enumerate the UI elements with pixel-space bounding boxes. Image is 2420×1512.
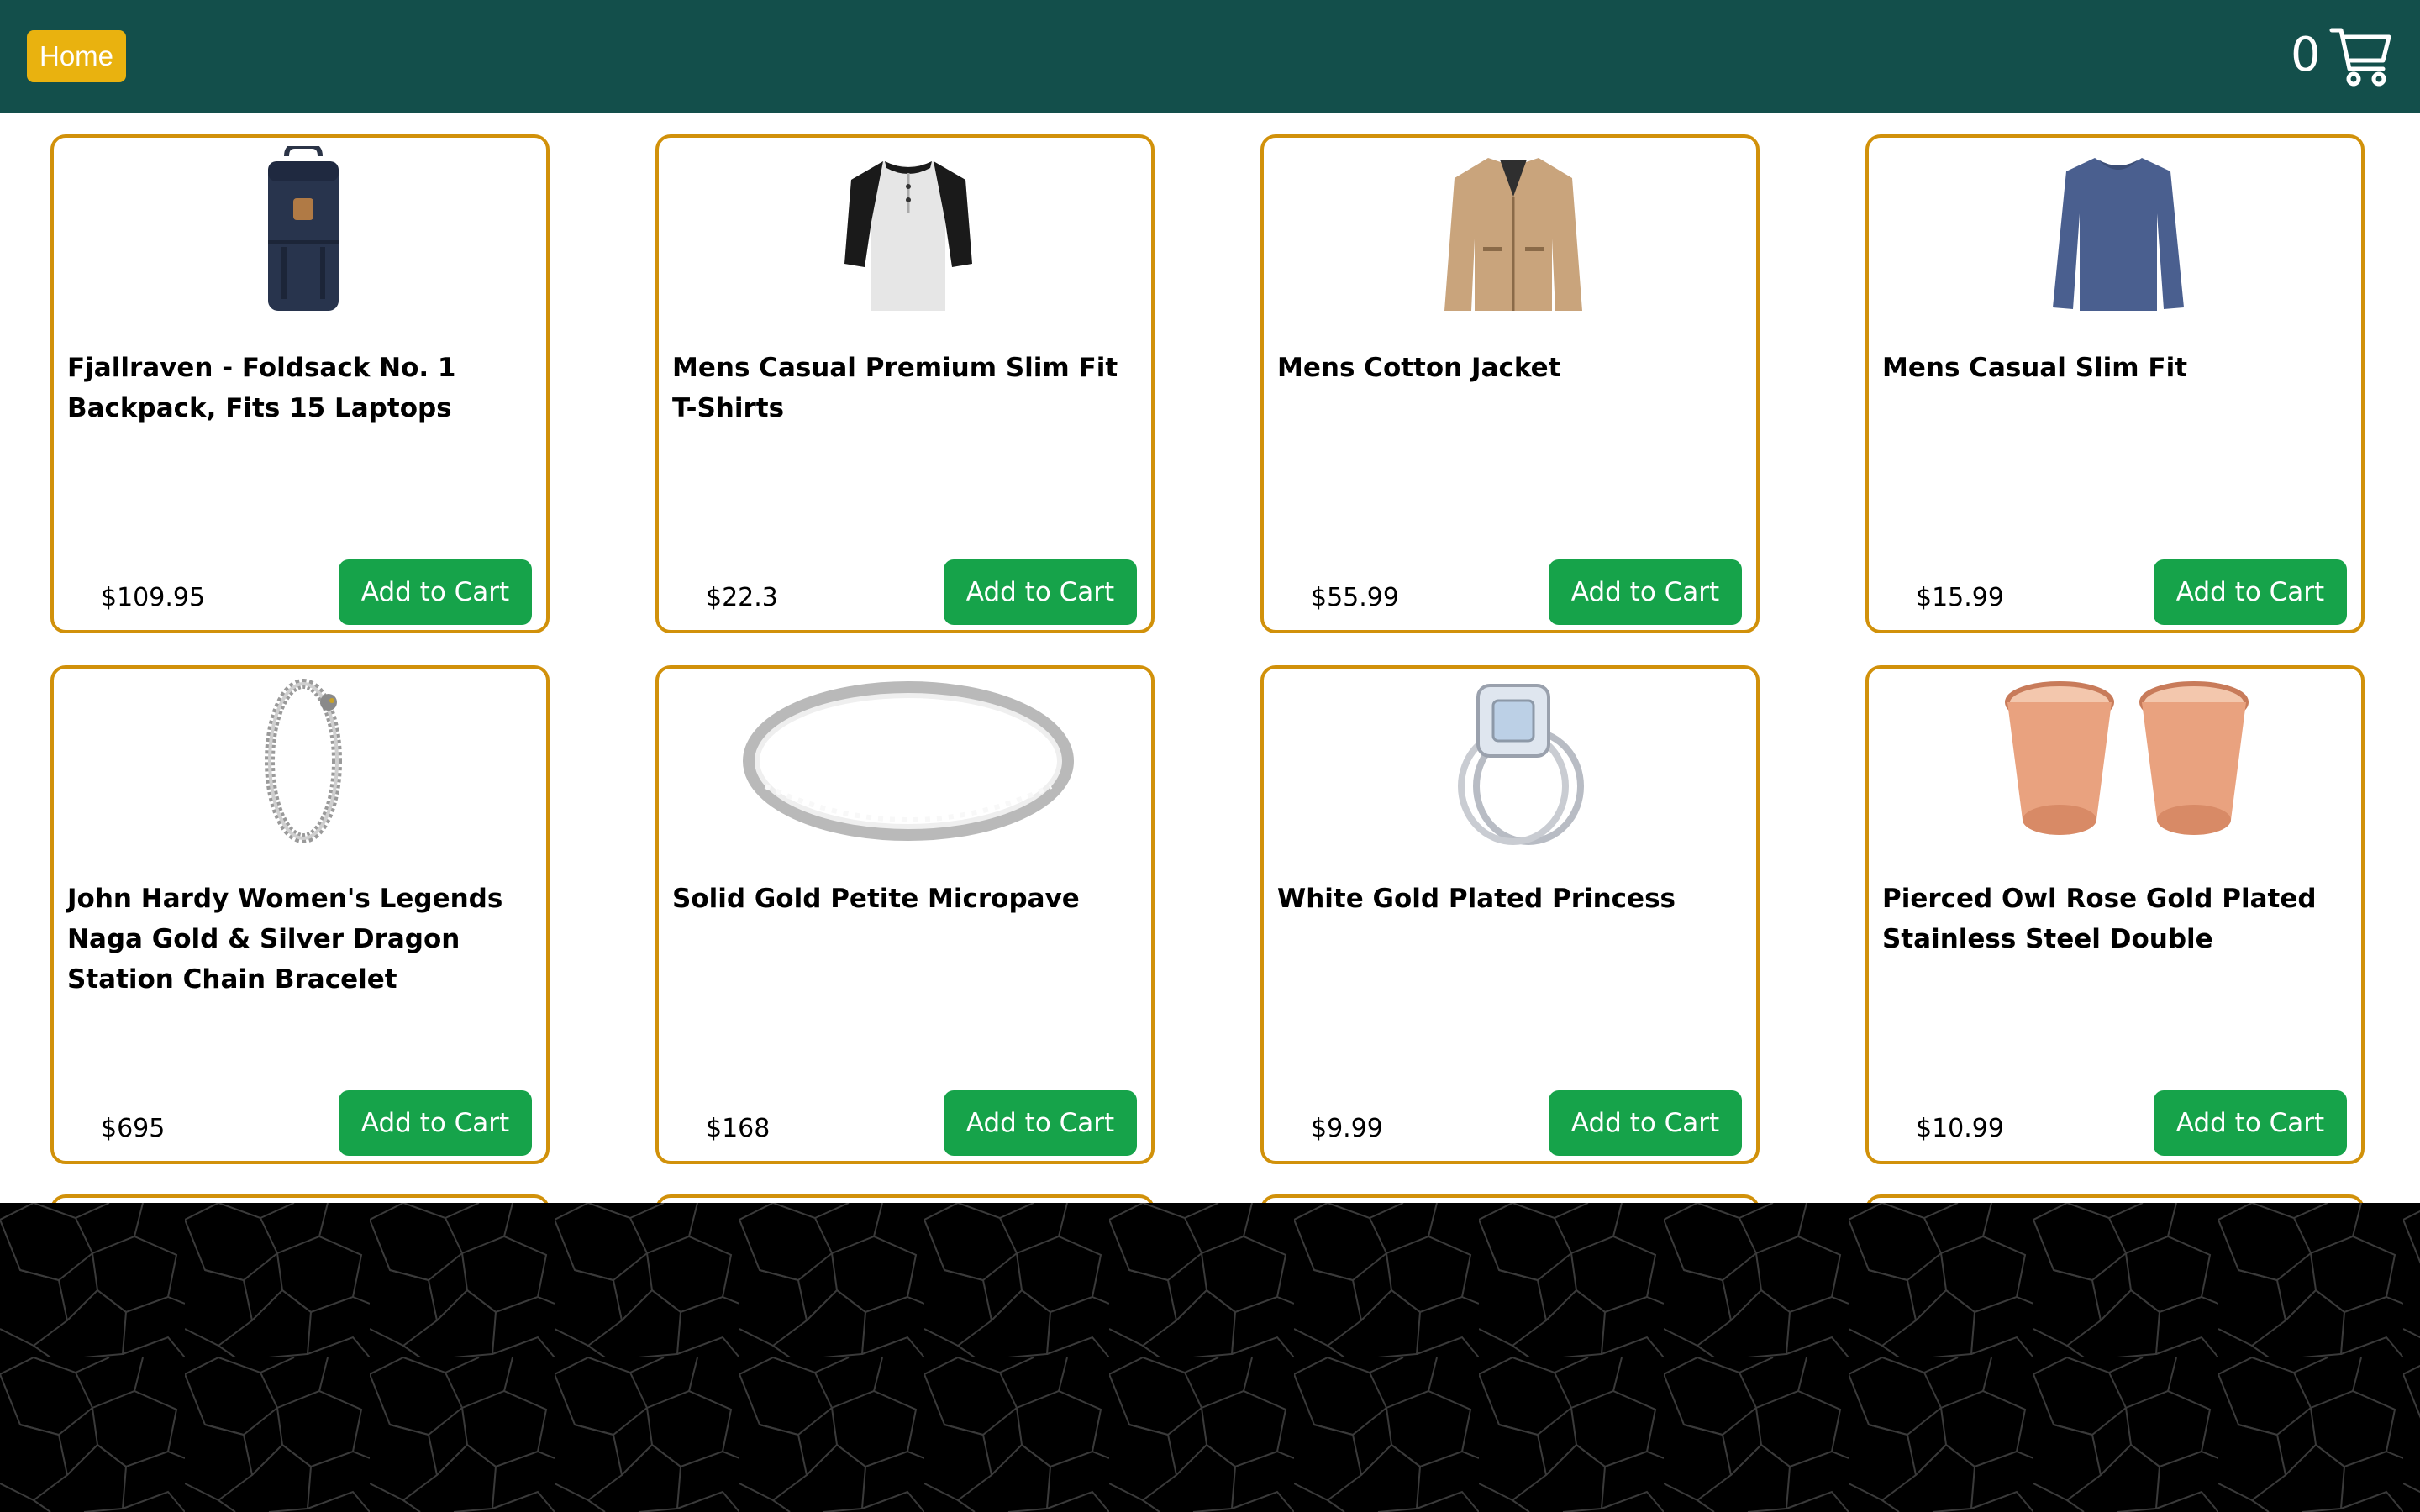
add-to-cart-button[interactable]: Add to Cart: [1549, 559, 1742, 625]
product-grid: Fjallraven - Foldsack No. 1 Backpack, Fi…: [0, 113, 2420, 1203]
product-card-partial: [50, 1194, 550, 1203]
product-price: $109.95: [101, 583, 206, 612]
product-card: Solid Gold Petite Micropave $168 Add to …: [655, 665, 1155, 1164]
bracelet-image: [265, 679, 342, 843]
product-price: $15.99: [1916, 583, 2004, 612]
product-card: Fjallraven - Foldsack No. 1 Backpack, Fi…: [50, 134, 550, 633]
product-card-partial: [1260, 1194, 1760, 1203]
add-to-cart-button[interactable]: Add to Cart: [2154, 1090, 2347, 1156]
ring-image: [743, 681, 1074, 841]
product-card: Pierced Owl Rose Gold Plated Stainless S…: [1865, 665, 2365, 1164]
product-price: $9.99: [1311, 1114, 1383, 1143]
add-to-cart-button[interactable]: Add to Cart: [1549, 1090, 1742, 1156]
add-to-cart-button[interactable]: Add to Cart: [2154, 559, 2347, 625]
product-title: John Hardy Women's Legends Naga Gold & S…: [67, 884, 503, 995]
product-price: $10.99: [1916, 1114, 2004, 1143]
plug-earrings-image: [2005, 681, 2249, 835]
ring-set-image: [1458, 684, 1584, 845]
product-title: Fjallraven - Foldsack No. 1 Backpack, Fi…: [67, 353, 456, 423]
add-to-cart-button[interactable]: Add to Cart: [339, 559, 532, 625]
product-price: $168: [706, 1114, 771, 1143]
product-title: Mens Casual Premium Slim Fit T-Shirts: [672, 353, 1118, 423]
backpack-image: [268, 146, 339, 311]
home-button[interactable]: Home: [27, 30, 126, 82]
voronoi-pattern: [0, 1203, 2420, 1512]
product-price: $695: [101, 1114, 166, 1143]
top-navbar: Home 0: [0, 0, 2420, 113]
tshirt-image: [844, 161, 972, 311]
product-title: White Gold Plated Princess: [1277, 884, 1676, 914]
shopping-cart-icon[interactable]: [2329, 24, 2393, 87]
footer-pattern-background: [0, 1203, 2420, 1512]
product-title: Mens Casual Slim Fit: [1882, 353, 2188, 383]
product-title: Mens Cotton Jacket: [1277, 353, 1561, 383]
product-card-partial: [1865, 1194, 2365, 1203]
jacket-image: [1444, 158, 1582, 311]
product-card: John Hardy Women's Legends Naga Gold & S…: [50, 665, 550, 1164]
product-card: Mens Casual Slim Fit $15.99 Add to Cart: [1865, 134, 2365, 633]
add-to-cart-button[interactable]: Add to Cart: [339, 1090, 532, 1156]
add-to-cart-button[interactable]: Add to Cart: [944, 1090, 1137, 1156]
product-card: Mens Cotton Jacket $55.99 Add to Cart: [1260, 134, 1760, 633]
product-title: Pierced Owl Rose Gold Plated Stainless S…: [1882, 884, 2317, 954]
add-to-cart-button[interactable]: Add to Cart: [944, 559, 1137, 625]
product-card-partial: [655, 1194, 1155, 1203]
long-sleeve-shirt-image: [2053, 158, 2184, 311]
product-card: Mens Casual Premium Slim Fit T-Shirts $2…: [655, 134, 1155, 633]
product-price: $22.3: [706, 583, 778, 612]
product-card: White Gold Plated Princess $9.99 Add to …: [1260, 665, 1760, 1164]
cart-count: 0: [2291, 28, 2321, 82]
product-title: Solid Gold Petite Micropave: [672, 884, 1080, 914]
product-price: $55.99: [1311, 583, 1399, 612]
